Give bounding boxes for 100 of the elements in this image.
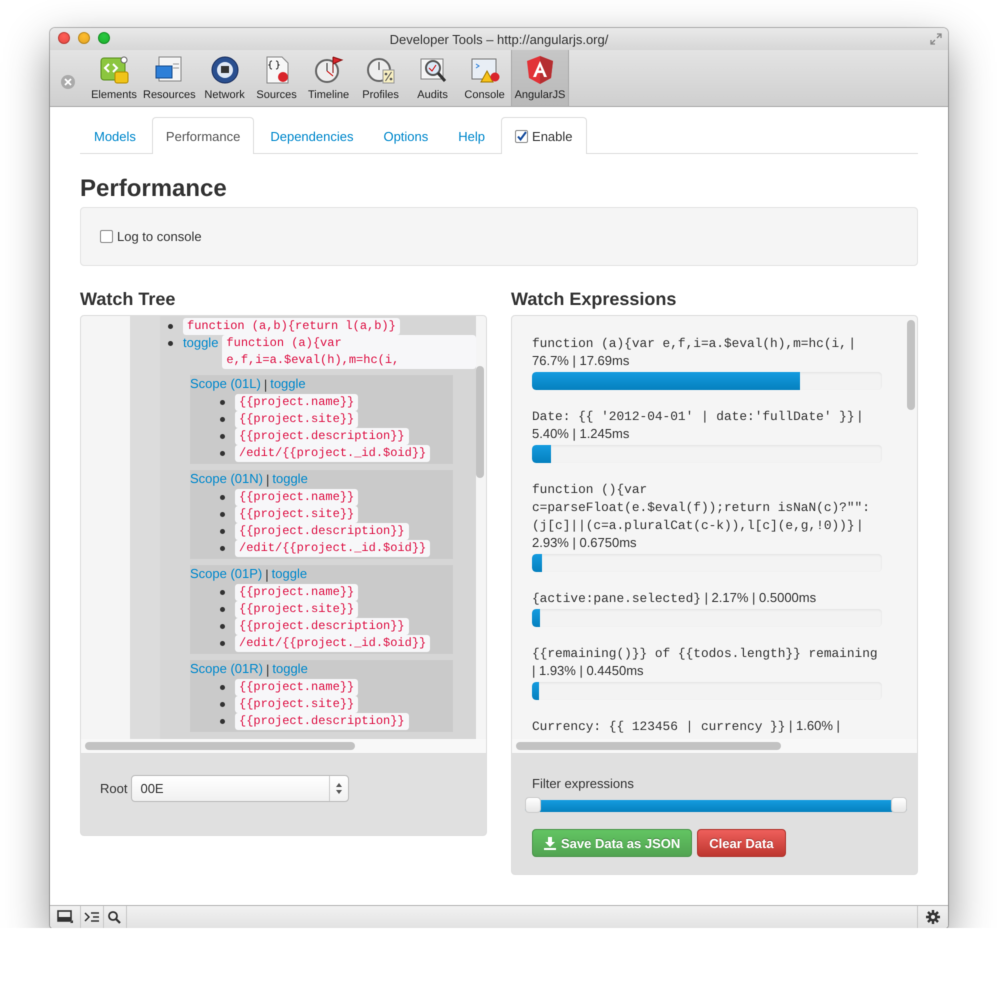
scope-link[interactable]: Scope (01N)	[190, 471, 263, 489]
timeline-icon	[312, 54, 345, 86]
code-snippet: function (a,b){return l(a,b)}	[183, 318, 400, 335]
scope-link[interactable]: Scope (01L)	[190, 376, 261, 394]
scope-link[interactable]: Scope (01R)	[190, 661, 263, 679]
tab[interactable]: Models	[80, 118, 150, 154]
tab[interactable]: Options	[369, 118, 442, 154]
bullet-icon	[220, 512, 225, 517]
scrollbar[interactable]	[85, 742, 355, 750]
bullet-icon	[220, 590, 225, 595]
scope-link[interactable]: Scope (01P)	[190, 566, 262, 584]
bullet-icon	[220, 495, 225, 500]
toolbar-tab[interactable]: Elements	[88, 50, 140, 106]
settings-icon[interactable]	[925, 910, 941, 924]
slider-handle[interactable]	[525, 797, 541, 813]
enable-toggle[interactable]: Enable	[501, 117, 587, 154]
root-select[interactable]: 00E	[131, 775, 350, 802]
code-snippet: {{project.site}}	[235, 506, 358, 523]
toolbar-tab[interactable]: Resources	[140, 50, 199, 106]
bullet-icon	[220, 685, 225, 690]
code-snippet: /edit/{{project._id.$oid}}	[235, 540, 430, 557]
bullet-icon	[220, 529, 225, 534]
field-label: Root	[100, 781, 128, 796]
toggle-link[interactable]: toggle	[272, 471, 308, 489]
expression-text: Date: {{ '2012-04-01' | date:'fullDate' }} | 5.40% | 1.245ms	[532, 407, 863, 443]
toolbar-tab[interactable]: Audits	[406, 50, 459, 106]
expression-text: function (a){var e,f,i=a.$eval(h),m=hc(i, | 76.7% | 17.69ms	[532, 334, 855, 370]
code-snippet: function (a){var e,f,i=a.$eval(h),m=hc(i,	[222, 335, 476, 369]
code-snippet: {{project.site}}	[235, 411, 358, 428]
network-icon	[208, 54, 241, 86]
console-icon[interactable]	[84, 910, 100, 924]
bullet-icon	[220, 546, 225, 551]
bullet-icon	[168, 324, 173, 329]
code-snippet: {{project.description}}	[235, 523, 409, 540]
bullet-icon	[220, 400, 225, 405]
tab[interactable]: Performance	[152, 117, 254, 154]
bullet-icon	[220, 417, 225, 422]
dock-icon[interactable]	[57, 910, 73, 924]
toolbar-tab[interactable]: Console	[458, 50, 511, 106]
scrollbar[interactable]	[907, 320, 915, 410]
toolbar-tab[interactable]: Timeline	[302, 50, 355, 106]
separator-text: |	[266, 661, 270, 679]
checkbox[interactable]	[100, 230, 113, 243]
slider-handle[interactable]	[891, 797, 907, 813]
page-heading: Performance	[80, 175, 228, 203]
separator-text: |	[264, 376, 268, 394]
elements-icon	[98, 54, 130, 86]
separator-text: |	[265, 566, 269, 584]
bullet-icon	[220, 641, 225, 646]
fullscreen-icon[interactable]	[930, 33, 942, 45]
scrollbar[interactable]	[476, 366, 484, 478]
bullet-icon	[220, 719, 225, 724]
close-icon[interactable]	[61, 75, 75, 89]
section-heading: Watch Tree	[80, 289, 176, 311]
toggle-link[interactable]: toggle	[272, 661, 308, 679]
code-snippet: {{project.description}}	[235, 713, 409, 730]
expression-text: function (){var c=parseFloat(e.$eval(f));return isNaN(c)?"":(j[c]||(c=a.pluralCat(c-k)),l[c](e,g,!0))} | 2.93% | 0.6750ms	[532, 481, 871, 552]
code-snippet: {{project.site}}	[235, 601, 358, 618]
range-slider[interactable]	[525, 800, 907, 812]
code-snippet: {{project.description}}	[235, 428, 409, 445]
bullet-icon	[220, 607, 225, 612]
bullet-icon	[220, 624, 225, 629]
toolbar-tab[interactable]: AngularJS	[510, 50, 570, 106]
code-snippet: {{project.site}}	[235, 696, 358, 713]
code-snippet: {{project.name}}	[235, 679, 358, 696]
code-snippet: {{project.name}}	[235, 489, 358, 506]
bullet-icon	[220, 451, 225, 456]
toggle-link[interactable]: toggle	[272, 566, 308, 584]
expression-text: {{remaining()}} of {{todos.length}} remaining | 1.93% | 0.4450ms	[532, 645, 879, 680]
expression-text: Currency: {{ 123456 | currency }} | 1.60% |	[532, 717, 841, 735]
code-snippet: /edit/{{project._id.$oid}}	[235, 445, 430, 462]
minimize-button[interactable]	[78, 32, 90, 44]
checkbox-label: Log to console	[117, 229, 202, 244]
code-snippet: {{project.name}}	[235, 584, 358, 601]
section-heading: Watch Expressions	[511, 289, 678, 311]
toolbar-tab[interactable]: Network	[198, 50, 251, 106]
toggle-link[interactable]: toggle	[183, 335, 218, 350]
zoom-button[interactable]	[98, 32, 110, 44]
slider-label: Filter expressions	[532, 776, 635, 791]
clear-button[interactable]: Clear Data	[697, 829, 786, 857]
bullet-icon	[220, 702, 225, 707]
toolbar-tab[interactable]: Profiles	[354, 50, 407, 106]
download-icon	[544, 836, 556, 850]
save-button[interactable]: Save Data as JSON	[532, 829, 692, 857]
bullet-icon	[220, 434, 225, 439]
checkbox[interactable]	[515, 130, 528, 142]
code-snippet: {{project.name}}	[235, 394, 358, 411]
scrollbar[interactable]	[516, 742, 781, 750]
code-snippet: {{project.description}}	[235, 618, 409, 635]
expression-text: {active:pane.selected} | 2.17% | 0.5000ms	[532, 589, 818, 607]
close-button[interactable]	[58, 32, 70, 44]
toolbar-tab[interactable]: Sources	[250, 50, 303, 106]
window-title: Developer Tools – http://angularjs.org/	[390, 32, 608, 46]
separator-text: |	[266, 471, 270, 489]
toggle-link[interactable]: toggle	[270, 376, 306, 394]
tab[interactable]: Help	[444, 118, 500, 154]
tab[interactable]: Dependencies	[256, 118, 368, 154]
code-snippet: /edit/{{project._id.$oid}}	[235, 635, 430, 652]
search-icon[interactable]	[107, 910, 123, 924]
bullet-icon	[168, 341, 173, 346]
